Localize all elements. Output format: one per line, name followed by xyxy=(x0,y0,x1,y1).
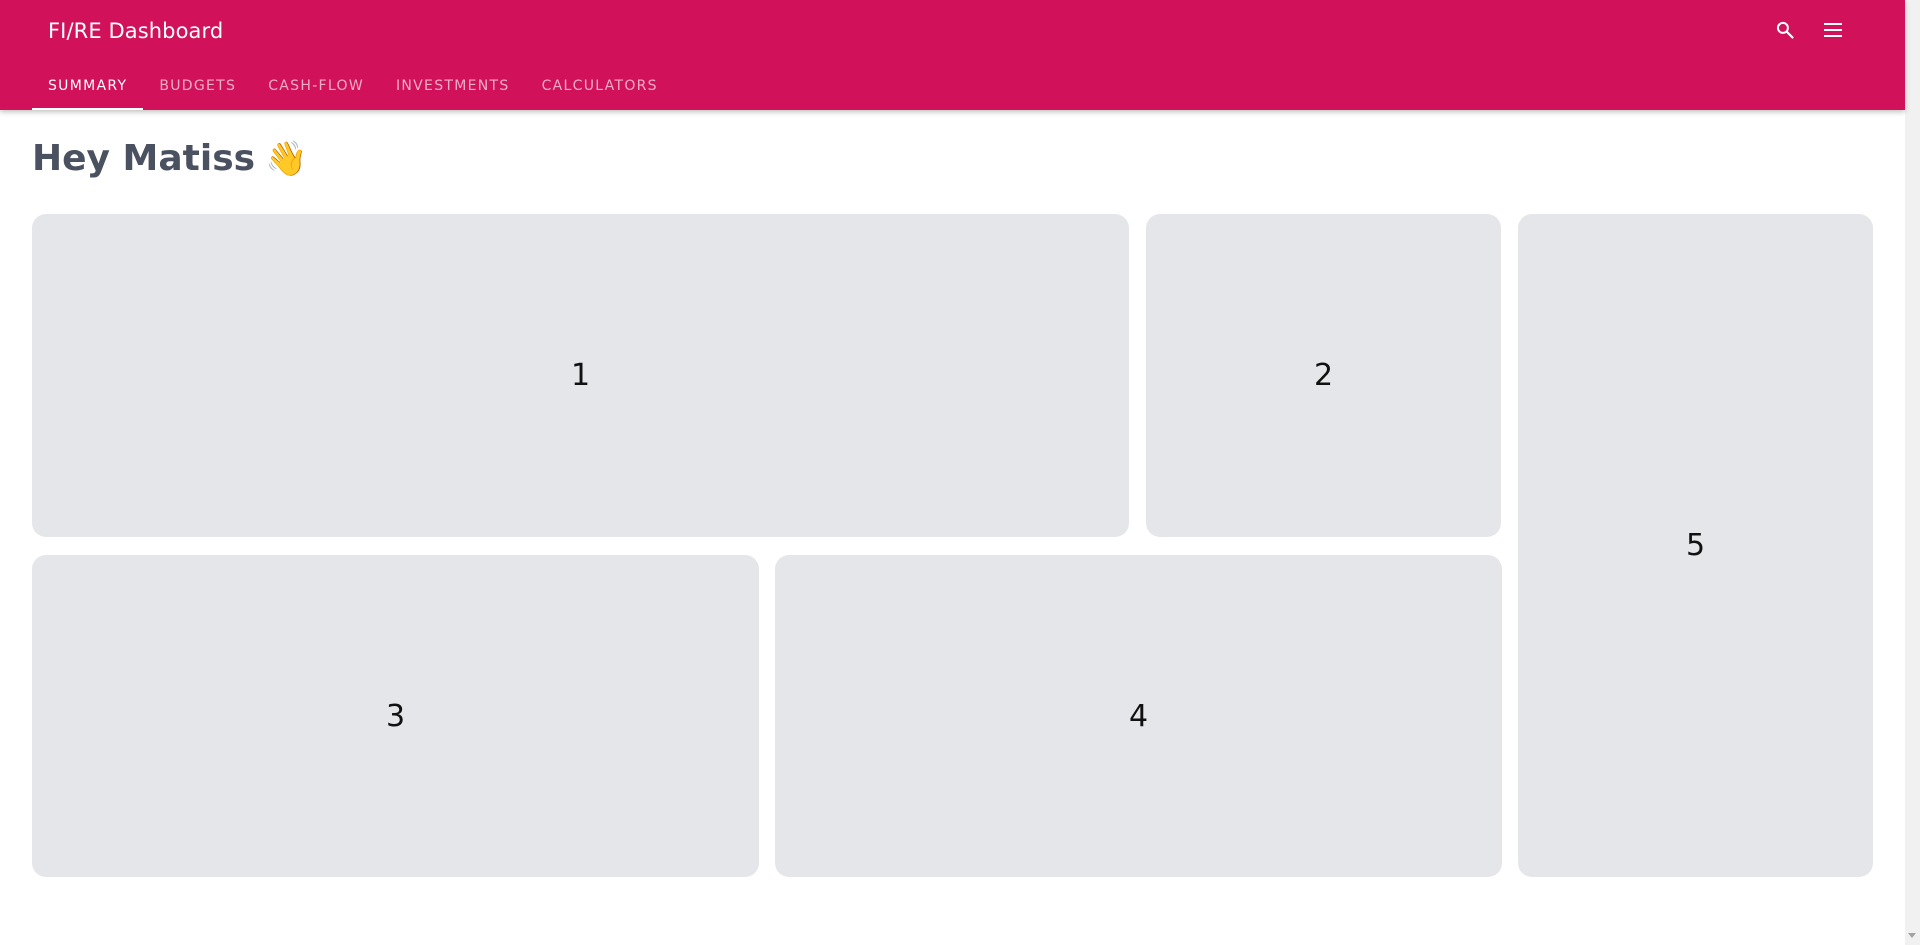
greeting-text: Hey Matiss xyxy=(32,138,256,179)
card-label: 2 xyxy=(1313,358,1334,393)
top-app-bar: FI/RE Dashboard SUMMARY BUDGETS CASH-FLO… xyxy=(0,0,1905,110)
menu-icon xyxy=(1824,23,1842,37)
tab-bar: SUMMARY BUDGETS CASH-FLOW INVESTMENTS CA… xyxy=(32,70,674,110)
search-button[interactable] xyxy=(1764,12,1806,48)
card-label: 4 xyxy=(1128,698,1149,734)
card-label: 1 xyxy=(570,358,591,393)
dashboard-card-1: 1 xyxy=(32,214,1129,537)
waving-hand-emoji: 👋 xyxy=(265,138,308,179)
card-label: 3 xyxy=(385,698,406,734)
tab-budgets[interactable]: BUDGETS xyxy=(143,70,252,110)
tab-cash-flow[interactable]: CASH-FLOW xyxy=(252,70,380,110)
page-greeting: Hey Matiss 👋 xyxy=(32,138,307,179)
tab-investments[interactable]: INVESTMENTS xyxy=(380,70,526,110)
dashboard-card-4: 4 xyxy=(775,555,1502,877)
scroll-down-arrow-icon[interactable] xyxy=(1908,933,1916,938)
dashboard-card-5: 5 xyxy=(1518,214,1873,877)
vertical-scrollbar[interactable] xyxy=(1905,0,1920,945)
app-root: FI/RE Dashboard SUMMARY BUDGETS CASH-FLO… xyxy=(0,0,1920,945)
tab-calculators[interactable]: CALCULATORS xyxy=(526,70,674,110)
search-icon xyxy=(1776,21,1794,39)
menu-button[interactable] xyxy=(1812,12,1854,48)
app-title: FI/RE Dashboard xyxy=(48,19,224,43)
dashboard-card-2: 2 xyxy=(1146,214,1501,537)
tab-summary[interactable]: SUMMARY xyxy=(32,70,144,110)
card-label: 5 xyxy=(1685,528,1706,563)
dashboard-card-3: 3 xyxy=(32,555,759,877)
